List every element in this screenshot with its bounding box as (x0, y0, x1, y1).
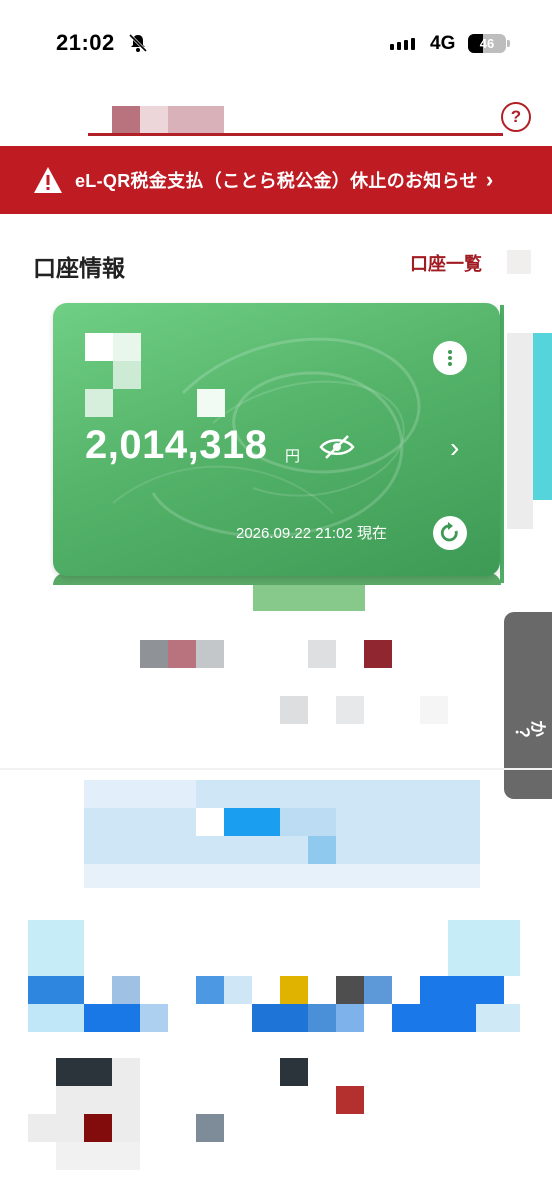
account-name-mosaic (85, 333, 225, 418)
refresh-icon[interactable] (433, 516, 467, 550)
balance-timestamp: 2026.09.22 21:02 現在 (236, 525, 387, 542)
user-name-mosaic (112, 106, 224, 136)
mosaic-block (140, 640, 392, 668)
promo-banner-mosaic[interactable] (84, 780, 480, 888)
account-list-link[interactable]: 口座一覧 (410, 250, 482, 276)
mosaic-block (507, 250, 531, 274)
mosaic-block (507, 333, 533, 529)
mosaic-block (533, 333, 552, 500)
more-vert-icon[interactable] (433, 341, 467, 375)
battery-icon: 46 (468, 34, 506, 53)
notice-banner[interactable]: eL-QR税金支払（ことら税公金）休止のお知らせ › (0, 146, 552, 214)
next-card-peek[interactable] (500, 305, 504, 583)
battery-level: 46 (479, 36, 495, 51)
chevron-right-icon[interactable]: › (450, 432, 459, 464)
section-divider (0, 768, 552, 770)
mosaic-block (28, 1058, 364, 1170)
help-side-tab[interactable]: か？ (504, 612, 552, 799)
mosaic-block (280, 696, 448, 724)
eye-off-icon[interactable] (318, 433, 356, 461)
warning-icon (34, 167, 62, 193)
bell-slash-icon (128, 33, 148, 53)
signal-icon (390, 38, 415, 50)
balance-amount: 2,014,318 (85, 423, 268, 467)
banner-text: eL-QR税金支払（ことら税公金）休止のお知らせ (75, 171, 478, 191)
currency-unit: 円 (285, 448, 301, 465)
header-divider (88, 133, 503, 136)
mosaic-block (253, 585, 365, 611)
mosaic-block (28, 920, 520, 1032)
section-title: 口座情報 (33, 255, 125, 281)
side-tab-label: か？ (513, 717, 547, 736)
chevron-right-icon: › (485, 167, 494, 192)
help-icon[interactable]: ? (501, 102, 531, 132)
status-time: 21:02 (56, 30, 115, 55)
battery-cap (507, 40, 510, 47)
network-type: 4G (430, 33, 456, 54)
